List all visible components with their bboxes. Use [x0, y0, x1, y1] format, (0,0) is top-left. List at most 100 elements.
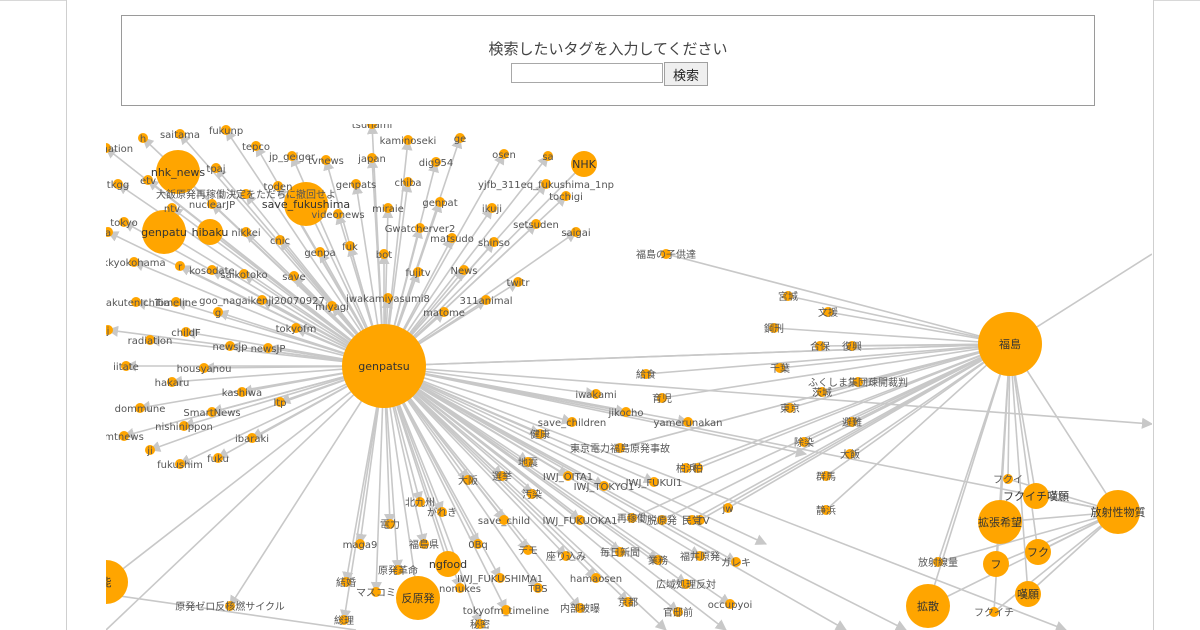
graph-node[interactable]: 避難	[842, 416, 862, 429]
graph-node[interactable]: jw	[722, 503, 734, 515]
graph-node[interactable]: ltp	[273, 397, 287, 409]
graph-node[interactable]: dig954	[419, 157, 454, 169]
graph-node[interactable]: shinso	[478, 237, 510, 249]
graph-node[interactable]: tkgg	[107, 179, 129, 191]
graph-node[interactable]: ntv	[164, 203, 180, 215]
graph-node[interactable]: 官邸前	[663, 606, 693, 619]
graph-node[interactable]: iwakamiyasumi8	[346, 293, 430, 305]
graph-node[interactable]: twitr	[507, 277, 531, 289]
graph-node[interactable]: maga9	[343, 539, 378, 551]
graph-node[interactable]: osen	[492, 149, 516, 161]
graph-node[interactable]: j	[106, 325, 113, 337]
graph-node[interactable]: 嘆願	[1015, 581, 1041, 607]
graph-node[interactable]: save	[282, 271, 306, 283]
graph-node[interactable]: tvnews	[308, 155, 344, 167]
graph-node[interactable]: tokyofm_timeline	[463, 605, 549, 617]
graph-node[interactable]: dommune	[115, 403, 166, 415]
graph-node[interactable]: 内部被曝	[560, 602, 600, 615]
graph-node[interactable]: h	[138, 133, 148, 145]
graph-node[interactable]: 汚染	[522, 488, 542, 501]
graph-node[interactable]: 大飯	[840, 448, 860, 461]
graph-node[interactable]: miraie	[372, 203, 404, 215]
graph-node[interactable]: 文援	[818, 306, 838, 319]
graph-node[interactable]: genpat	[422, 197, 458, 209]
graph-node[interactable]: 健康	[530, 428, 550, 441]
graph-node[interactable]: 福井原発	[680, 550, 720, 563]
graph-node[interactable]: hakaru	[155, 377, 190, 389]
graph-node[interactable]: kaminoseki	[380, 135, 437, 147]
graph-node[interactable]: yamerunakan	[654, 417, 723, 429]
graph-node[interactable]: cnic	[270, 235, 290, 247]
graph-node[interactable]: 合保	[810, 340, 830, 353]
graph-node[interactable]: fujitv	[405, 267, 431, 279]
search-input[interactable]	[511, 63, 663, 83]
graph-node[interactable]: save_child	[478, 515, 530, 527]
graph-node[interactable]: 0Bq	[468, 539, 488, 551]
graph-node[interactable]: 東京	[780, 402, 800, 415]
graph-node[interactable]: ikuji	[482, 203, 502, 215]
graph-node[interactable]: tsunami	[352, 124, 392, 131]
graph-node[interactable]: newsJP	[251, 343, 286, 355]
graph-node[interactable]: nuclearJP	[189, 199, 235, 211]
graph-node[interactable]: genpats	[336, 179, 376, 191]
graph-node[interactable]: IWJ_FUKUI1	[626, 477, 683, 489]
graph-node[interactable]: 再稼働	[617, 512, 647, 525]
graph-node[interactable]: デモ	[518, 544, 538, 557]
graph-node[interactable]: videonews	[311, 209, 365, 221]
graph-node[interactable]: フクイチ	[974, 607, 1014, 619]
graph-node[interactable]: 脱原発	[647, 514, 677, 527]
graph-node[interactable]: jikocho	[607, 407, 644, 419]
graph-node[interactable]: bot	[376, 249, 392, 261]
graph-node[interactable]: etv	[140, 175, 156, 187]
search-button[interactable]: 検索	[664, 62, 709, 86]
graph-node[interactable]: setsuden	[513, 219, 559, 231]
graph-node[interactable]: chiba	[394, 177, 422, 189]
graph-node[interactable]: 原発ゼロ反核燃サイクル	[175, 600, 285, 613]
graph-node[interactable]: saigai	[561, 227, 591, 239]
graph-node[interactable]: kkyokohama	[106, 257, 166, 269]
graph-node[interactable]: 311animal	[460, 295, 513, 307]
graph-node[interactable]: genpatsu	[342, 324, 426, 408]
graph-node[interactable]: 大飯原発再稼働決定をただちに撤回せよ	[156, 188, 336, 201]
graph-node[interactable]: toden	[264, 181, 293, 193]
graph-node[interactable]: 放射線量	[918, 556, 958, 569]
graph-node[interactable]: フク	[1025, 539, 1051, 565]
graph-node[interactable]: radiation	[128, 335, 173, 347]
graph-node[interactable]: miyagi	[315, 301, 349, 313]
graph-node[interactable]: genpatu	[141, 210, 187, 254]
graph-node[interactable]: 拡張希望	[978, 500, 1022, 544]
graph-node[interactable]: 座り込み	[546, 550, 586, 563]
graph-node[interactable]: 群馬	[816, 470, 836, 483]
graph-node[interactable]: yjfb_311eq_fukushima_1np	[478, 179, 614, 191]
graph-node[interactable]: NHK	[571, 151, 597, 177]
graph-node[interactable]: 広域処理反対	[656, 578, 716, 591]
graph-node[interactable]: saikotoko	[220, 269, 268, 281]
graph-node[interactable]: 福島	[978, 312, 1042, 376]
graph-node[interactable]: SmartNews	[183, 407, 241, 419]
graph-node[interactable]: 宮城	[778, 290, 798, 303]
graph-node[interactable]: 柏浜	[676, 462, 696, 475]
graph-node[interactable]: ji	[145, 445, 155, 457]
graph-node[interactable]: ガレキ	[721, 557, 751, 569]
graph-node[interactable]: がれき	[427, 506, 457, 519]
graph-node[interactable]: 静浜	[816, 504, 836, 517]
graph-node[interactable]: 茨城	[812, 386, 832, 399]
graph-node[interactable]: tokyofm	[276, 323, 317, 335]
graph-node[interactable]: News	[450, 265, 478, 277]
graph-node[interactable]: 秘密	[470, 618, 490, 630]
graph-node[interactable]: Timeline	[154, 297, 198, 309]
graph-node[interactable]: matome	[423, 307, 465, 319]
graph-node[interactable]: 東京電力福島原発事故	[570, 442, 670, 455]
graph-node[interactable]: nhk_news	[151, 150, 206, 194]
graph-node[interactable]: genpa	[304, 247, 336, 259]
graph-node[interactable]: ge	[454, 133, 467, 145]
graph-node[interactable]: childF	[171, 327, 201, 339]
graph-node[interactable]: tochigi	[549, 191, 583, 203]
graph-node[interactable]: 拡散	[906, 584, 950, 628]
graph-node[interactable]: g	[213, 307, 223, 319]
graph-node[interactable]: matsudo	[430, 233, 474, 245]
graph-node[interactable]: 電力	[380, 518, 400, 531]
tag-network-graph[interactable]: genpatsu 福島 放射性物質 拡散 拡張希望 反原発 genpatu hibaku NHK…	[106, 124, 1152, 630]
graph-node[interactable]: 福島の子供達	[636, 248, 696, 261]
graph-node[interactable]: saitama	[160, 129, 200, 141]
